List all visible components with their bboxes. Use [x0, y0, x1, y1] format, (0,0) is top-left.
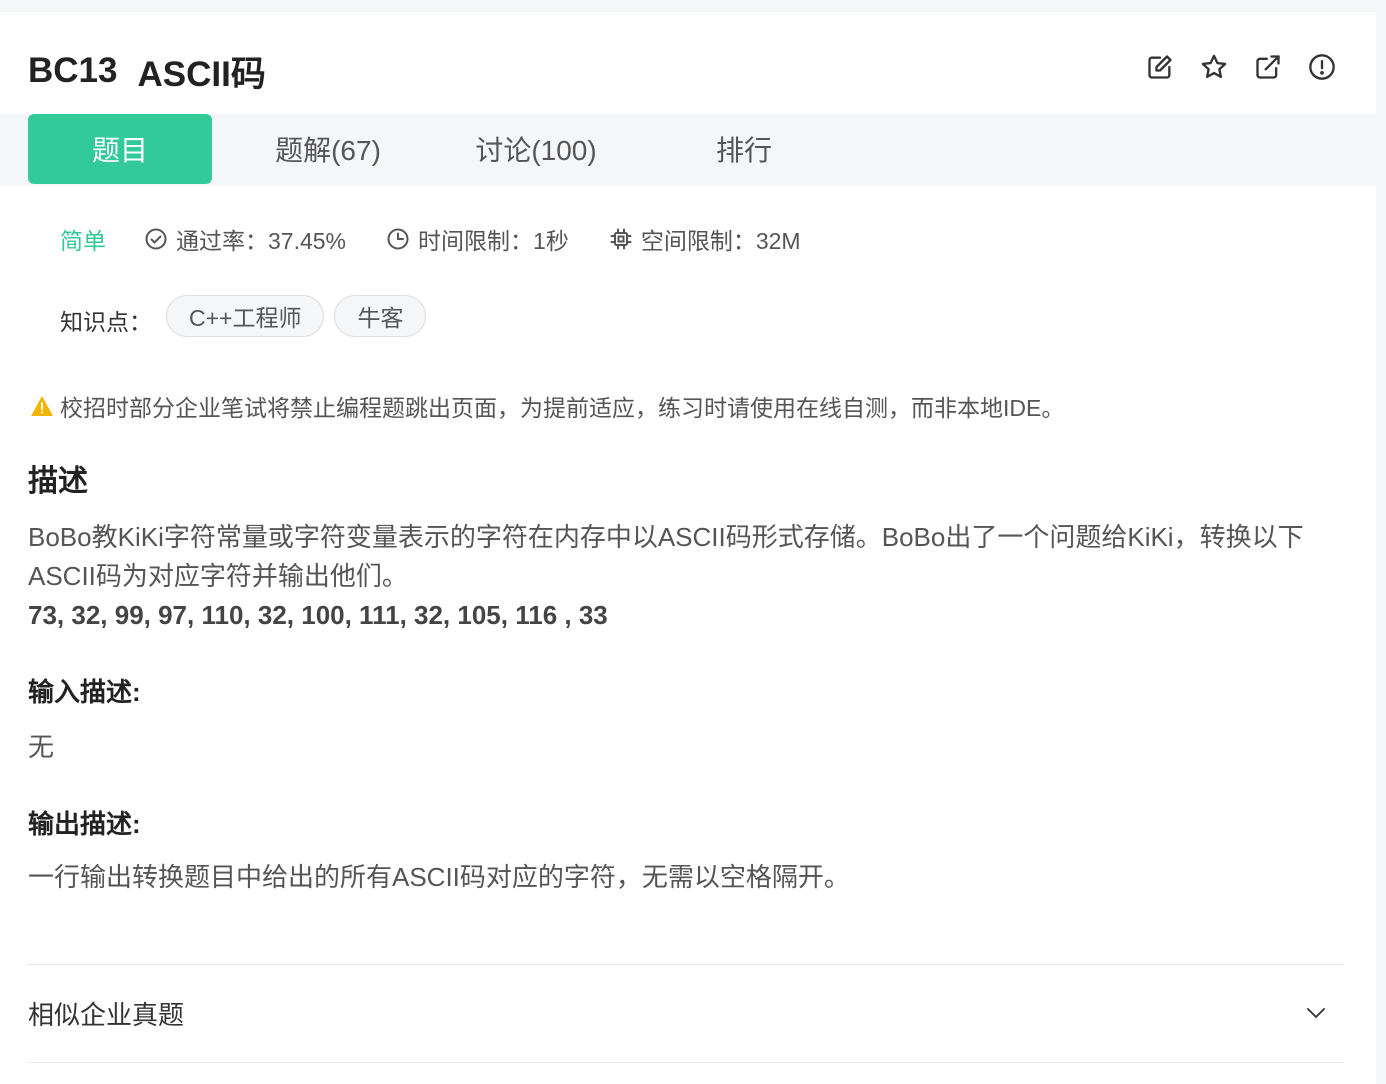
star-icon	[1201, 54, 1227, 79]
pass-rate: 通过率：37.45%	[144, 222, 346, 256]
exam-notice: 校招时部分企业笔试将禁止编程题跳出页面，为提前适应，练习时请使用在线自测，而非本…	[30, 390, 1064, 422]
input-title: 输入描述:	[28, 677, 141, 707]
divider	[28, 964, 1344, 965]
check-circle-icon	[145, 228, 167, 250]
similar-problems-label: 相似企业真题	[28, 999, 185, 1030]
knowledge-tags: 知识点： C++工程师 牛客	[60, 294, 436, 338]
ascii-codes: 73, 32, 99, 97, 110, 32, 100, 111, 32, 1…	[28, 600, 608, 630]
problem-page: BC13 ASCII码 题目 题解(67) 讨论(100) 排行 简单 通过率：…	[0, 12, 1376, 1084]
memory-limit: 空间限制：32M	[609, 222, 801, 256]
tab-problem[interactable]: 题目	[28, 114, 212, 184]
chevron-down-icon	[1307, 1008, 1325, 1018]
divider	[28, 1062, 1344, 1063]
output-title: 输出描述:	[28, 809, 141, 839]
difficulty-badge: 简单	[60, 228, 106, 254]
tab-discussion[interactable]: 讨论(100)	[446, 114, 626, 184]
share-icon	[1256, 55, 1280, 79]
tab-ranking[interactable]: 排行	[688, 114, 800, 184]
tag-nowcoder[interactable]: 牛客	[334, 295, 427, 337]
notice-text: 校招时部分企业笔试将禁止编程题跳出页面，为提前适应，练习时请使用在线自测，而非本…	[60, 395, 1065, 421]
description-text: BoBo教KiKi字符常量或字符变量表示的字符在内存中以ASCII码形式存储。B…	[28, 522, 1304, 591]
report-icon	[1309, 54, 1335, 80]
share-button[interactable]	[1254, 53, 1282, 81]
problem-code: BC13	[28, 51, 118, 90]
tags-label: 知识点：	[60, 309, 152, 335]
edit-button[interactable]	[1146, 53, 1174, 81]
tab-solutions[interactable]: 题解(67)	[242, 114, 414, 184]
problem-meta: 简单 通过率：37.45% 时间限制：1秒 空间限制：32M	[60, 222, 841, 256]
memory-limit-text: 空间限制：32M	[640, 228, 801, 254]
description-title: 描述	[28, 465, 88, 498]
time-limit-text: 时间限制：1秒	[418, 228, 569, 254]
output-text: 一行输出转换题目中给出的所有ASCII码对应的字符，无需以空格隔开。	[28, 862, 850, 892]
input-text: 无	[28, 732, 55, 762]
warning-icon	[31, 396, 53, 416]
chip-icon	[610, 228, 632, 250]
tag-cpp-engineer[interactable]: C++工程师	[166, 295, 325, 337]
problem-tabs: 题目 题解(67) 讨论(100) 排行	[0, 114, 1376, 186]
problem-name: ASCII码	[137, 54, 266, 94]
clock-icon	[387, 228, 409, 250]
pass-rate-text: 通过率：37.45%	[176, 228, 347, 254]
similar-problems-toggle[interactable]: 相似企业真题	[28, 982, 1344, 1044]
report-button[interactable]	[1308, 53, 1336, 81]
edit-icon	[1148, 55, 1172, 79]
favorite-button[interactable]	[1200, 53, 1228, 81]
time-limit: 时间限制：1秒	[386, 222, 569, 256]
title-actions	[1146, 53, 1336, 81]
problem-title: BC13 ASCII码	[28, 48, 266, 94]
